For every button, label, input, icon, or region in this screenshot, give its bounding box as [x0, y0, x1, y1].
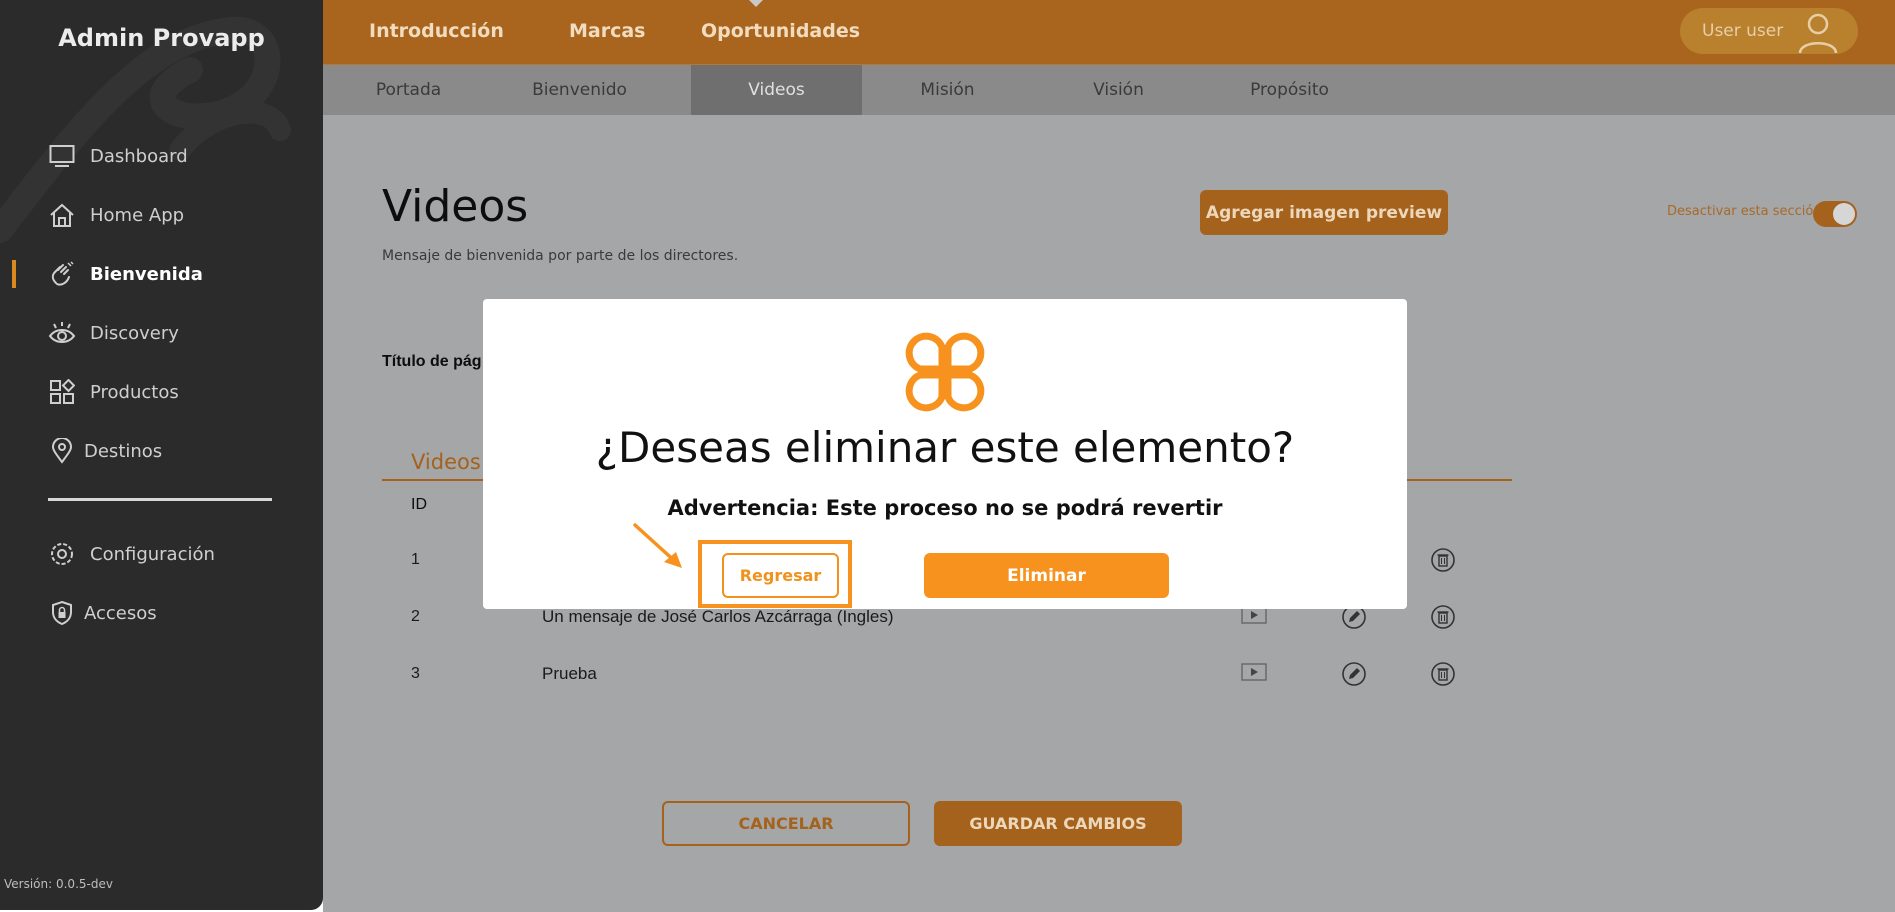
- topnav-oportunidades[interactable]: Oportunidades: [701, 20, 860, 42]
- toggle-knob: [1833, 203, 1855, 225]
- sidebar-item-label: Accesos: [84, 602, 157, 624]
- table-row-title: Un mensaje de José Carlos Azcárraga (Ing…: [542, 607, 894, 626]
- version-label: Versión: 0.0.5-dev: [4, 877, 113, 891]
- delete-icon[interactable]: [1430, 661, 1456, 687]
- sidebar-item-label: Dashboard: [90, 145, 188, 167]
- user-avatar-icon: [1798, 13, 1838, 54]
- sidebar-item-label: Configuración: [90, 543, 215, 565]
- top-header: Introducción Marcas Oportunidades User u…: [323, 0, 1895, 64]
- cancel-button[interactable]: CANCELAR: [662, 801, 910, 846]
- page-title-field-label: Título de pág: [382, 353, 482, 370]
- sidebar-item-label: Home App: [90, 204, 185, 226]
- sidebar: Admin Provapp Dashboard Home App Bienven…: [0, 0, 323, 910]
- sidebar-divider: [48, 498, 272, 501]
- active-nav-caret-icon: [747, 0, 765, 7]
- page-description: Mensaje de bienvenida por parte de los d…: [382, 248, 739, 264]
- modal-warning: Advertencia: Este proceso no se podrá re…: [667, 496, 1223, 520]
- sidebar-item-accesos[interactable]: Accesos: [0, 593, 323, 633]
- sidebar-item-productos[interactable]: Productos: [0, 372, 323, 412]
- app-title: Admin Provapp: [58, 24, 265, 52]
- table-row-id: 1: [411, 551, 420, 568]
- tab-portada[interactable]: Portada: [323, 65, 494, 115]
- tab-bienvenido[interactable]: Bienvenido: [494, 65, 665, 115]
- videos-section-heading: Videos: [411, 450, 481, 474]
- toggle-label: Desactivar esta sección: [1667, 204, 1822, 219]
- tab-videos[interactable]: Videos: [691, 65, 862, 115]
- add-preview-image-button[interactable]: Agregar imagen preview: [1200, 190, 1448, 235]
- table-row-id: 3: [411, 665, 420, 682]
- delete-icon[interactable]: [1430, 604, 1456, 630]
- grid-shapes-icon: [48, 378, 76, 406]
- sub-navigation: Portada Bienvenido Videos Misión Visión …: [323, 64, 1895, 115]
- modal-title: ¿Deseas eliminar este elemento?: [595, 423, 1295, 472]
- delete-icon[interactable]: [1430, 547, 1456, 573]
- eye-icon: [48, 319, 76, 347]
- tab-proposito[interactable]: Propósito: [1204, 65, 1375, 115]
- shield-lock-icon: [48, 599, 76, 627]
- sidebar-item-home-app[interactable]: Home App: [0, 195, 323, 235]
- gear-icon: [48, 540, 76, 568]
- sidebar-item-discovery[interactable]: Discovery: [0, 313, 323, 353]
- sidebar-item-dashboard[interactable]: Dashboard: [0, 136, 323, 176]
- waving-hand-icon: [48, 260, 76, 288]
- sidebar-item-bienvenida[interactable]: Bienvenida: [0, 254, 323, 294]
- pointer-arrow-icon: [633, 523, 682, 568]
- table-row-id: 2: [411, 608, 420, 625]
- clover-logo-icon: [905, 332, 985, 412]
- section-toggle[interactable]: [1813, 201, 1857, 227]
- home-icon: [48, 201, 76, 229]
- user-menu-button[interactable]: User user: [1680, 8, 1858, 54]
- tab-vision[interactable]: Visión: [1033, 65, 1204, 115]
- sidebar-item-configuracion[interactable]: Configuración: [0, 534, 323, 574]
- monitor-icon: [48, 142, 76, 170]
- table-header-id: ID: [411, 496, 427, 513]
- sidebar-item-label: Productos: [90, 381, 179, 403]
- user-name: User user: [1702, 21, 1784, 41]
- play-video-icon[interactable]: [1241, 663, 1267, 681]
- save-changes-button[interactable]: GUARDAR CAMBIOS: [934, 801, 1182, 846]
- location-pin-icon: [48, 437, 76, 465]
- sidebar-item-label: Bienvenida: [90, 263, 203, 285]
- highlight-box: [698, 540, 852, 608]
- table-row-title: Prueba: [542, 664, 597, 683]
- tab-mision[interactable]: Misión: [862, 65, 1033, 115]
- sidebar-item-label: Destinos: [84, 440, 163, 462]
- delete-confirm-button[interactable]: Eliminar: [924, 553, 1169, 598]
- topnav-introduccion[interactable]: Introducción: [369, 20, 504, 42]
- sidebar-item-destinos[interactable]: Destinos: [0, 431, 323, 471]
- sidebar-item-label: Discovery: [90, 322, 179, 344]
- edit-pencil-icon[interactable]: [1341, 661, 1367, 687]
- topnav-marcas[interactable]: Marcas: [569, 20, 646, 42]
- page-title: Videos: [382, 181, 529, 232]
- confirm-delete-modal: ¿Deseas eliminar este elemento? Adverten…: [483, 299, 1407, 609]
